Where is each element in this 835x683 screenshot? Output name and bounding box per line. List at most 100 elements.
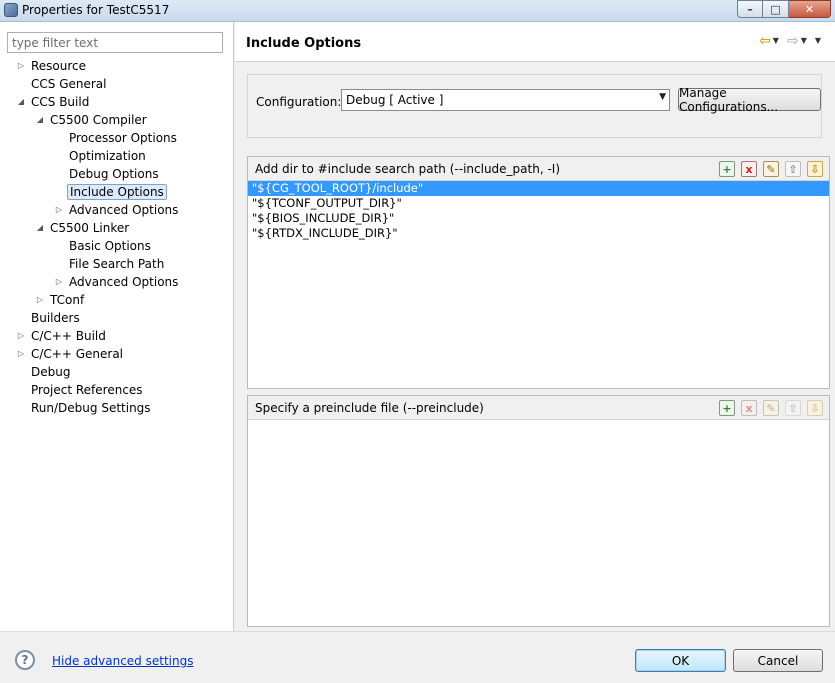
content-pane: Include Options ⇦ ▼ ⇨ ▼ ▼ Configuration:… <box>235 22 835 631</box>
tree-item[interactable]: ◢ CCS Build <box>0 93 234 111</box>
include-path-list[interactable]: "${CG_TOOL_ROOT}/include" "${TCONF_OUTPUT… <box>248 181 829 241</box>
tree-item-label: C/C++ Build <box>31 329 106 343</box>
navigation-pane: ▷ Resource CCS General ◢ CCS Build ◢ C5500 Com… <box>0 22 234 631</box>
tree-item[interactable]: Optimization <box>0 147 234 165</box>
tree-item-label: Optimization <box>69 149 146 163</box>
configuration-select[interactable]: Debug [ Active ] ▼ <box>341 89 670 111</box>
tree-item[interactable]: File Search Path <box>0 255 234 273</box>
tree-item[interactable]: ▷ C/C++ General <box>0 345 234 363</box>
tree-item[interactable]: ▷ Advanced Options <box>0 201 234 219</box>
dialog-footer: ? Hide advanced settings OK Cancel <box>0 631 835 683</box>
collapsed-arrow-icon[interactable]: ▷ <box>16 345 26 363</box>
tree-item-label: Basic Options <box>69 239 151 253</box>
window-title: Properties for TestC5517 <box>22 3 170 17</box>
history-navigation: ⇦ ▼ ⇨ ▼ ▼ <box>759 34 827 48</box>
list-item[interactable]: "${BIOS_INCLUDE_DIR}" <box>248 211 829 226</box>
preinclude-toolbar: + x ✎ ⇧ ⇩ <box>719 400 823 416</box>
collapsed-arrow-icon[interactable]: ▷ <box>54 201 64 219</box>
window-title-bar: Properties for TestC5517 – □ ✕ <box>0 0 835 22</box>
property-tree: ▷ Resource CCS General ◢ CCS Build ◢ C5500 Com… <box>0 57 234 417</box>
tree-item[interactable]: Builders <box>0 309 234 327</box>
tree-item[interactable]: ◢ C5500 Linker <box>0 219 234 237</box>
tree-item-label: Builders <box>31 311 80 325</box>
include-path-panel: Add dir to #include search path (--inclu… <box>247 156 830 389</box>
delete-icon: x <box>741 400 757 416</box>
expanded-arrow-icon[interactable]: ◢ <box>16 93 26 111</box>
view-menu-icon[interactable]: ▼ <box>815 34 821 48</box>
include-path-header: Add dir to #include search path (--inclu… <box>248 157 829 181</box>
configuration-group: Configuration: Debug [ Active ] ▼ Manage… <box>247 74 822 138</box>
page-header: Include Options ⇦ ▼ ⇨ ▼ ▼ <box>235 22 835 62</box>
preinclude-title: Specify a preinclude file (--preinclude) <box>255 401 484 415</box>
list-item[interactable]: "${TCONF_OUTPUT_DIR}" <box>248 196 829 211</box>
include-path-title: Add dir to #include search path (--inclu… <box>255 162 561 176</box>
tree-item[interactable]: CCS General <box>0 75 234 93</box>
preinclude-header: Specify a preinclude file (--preinclude)… <box>248 396 829 420</box>
forward-arrow-icon[interactable]: ⇨ <box>787 34 799 48</box>
tree-item-label: Run/Debug Settings <box>31 401 151 415</box>
tree-item[interactable]: ▷ Advanced Options <box>0 273 234 291</box>
tree-item-label: C5500 Compiler <box>50 113 147 127</box>
tree-item[interactable]: ▷ C/C++ Build <box>0 327 234 345</box>
maximize-button[interactable]: □ <box>763 0 789 18</box>
collapsed-arrow-icon[interactable]: ▷ <box>54 273 64 291</box>
ok-button[interactable]: OK <box>635 649 726 672</box>
tree-item-label: Debug <box>31 365 71 379</box>
list-item[interactable]: "${CG_TOOL_ROOT}/include" <box>248 181 829 196</box>
move-down-icon: ⇩ <box>807 400 823 416</box>
move-up-icon[interactable]: ⇧ <box>785 161 801 177</box>
page-title: Include Options <box>246 36 362 51</box>
cancel-button[interactable]: Cancel <box>733 649 823 672</box>
edit-icon[interactable]: ✎ <box>763 161 779 177</box>
chevron-down-icon: ▼ <box>659 92 666 102</box>
forward-history-dropdown-icon[interactable]: ▼ <box>801 34 807 48</box>
expanded-arrow-icon[interactable]: ◢ <box>35 111 45 129</box>
tree-item[interactable]: ▷ Resource <box>0 57 234 75</box>
hide-advanced-settings-link[interactable]: Hide advanced settings <box>52 654 193 668</box>
tree-item-label: C/C++ General <box>31 347 124 361</box>
close-button[interactable]: ✕ <box>789 0 831 18</box>
manage-configurations-button[interactable]: Manage Configurations... <box>678 86 821 114</box>
tree-item-label: Debug Options <box>69 167 159 181</box>
collapsed-arrow-icon[interactable]: ▷ <box>16 57 26 75</box>
tree-item-label: CCS Build <box>31 95 90 109</box>
tree-item-label: Advanced Options <box>69 203 179 217</box>
tree-item-label: Resource <box>31 59 87 73</box>
tree-item-label: CCS General <box>31 77 107 91</box>
tree-item[interactable]: ▷ TConf <box>0 291 234 309</box>
tree-item[interactable]: Debug <box>0 363 234 381</box>
add-icon[interactable]: + <box>719 161 735 177</box>
preinclude-panel: Specify a preinclude file (--preinclude)… <box>247 395 830 627</box>
minimize-button[interactable]: – <box>737 0 763 18</box>
tree-item-label: TConf <box>50 293 85 307</box>
tree-item[interactable]: Project References <box>0 381 234 399</box>
expanded-arrow-icon[interactable]: ◢ <box>35 219 45 237</box>
tree-item[interactable]: ◢ C5500 Compiler <box>0 111 234 129</box>
tree-item-label: File Search Path <box>69 257 165 271</box>
move-down-icon[interactable]: ⇩ <box>807 161 823 177</box>
configuration-label: Configuration: <box>256 95 342 109</box>
collapsed-arrow-icon[interactable]: ▷ <box>16 327 26 345</box>
tree-item[interactable]: Processor Options <box>0 129 234 147</box>
tree-item-label: Project References <box>31 383 143 397</box>
delete-icon[interactable]: x <box>741 161 757 177</box>
back-arrow-icon[interactable]: ⇦ <box>759 34 771 48</box>
tree-item[interactable]: Debug Options <box>0 165 234 183</box>
collapsed-arrow-icon[interactable]: ▷ <box>35 291 45 309</box>
tree-item[interactable]: Run/Debug Settings <box>0 399 234 417</box>
tree-item-label: C5500 Linker <box>50 221 130 235</box>
tree-item[interactable]: Basic Options <box>0 237 234 255</box>
configuration-selected-value: Debug [ Active ] <box>346 93 444 107</box>
add-icon[interactable]: + <box>719 400 735 416</box>
tree-item-label: Processor Options <box>69 131 177 145</box>
tree-item[interactable]: Include Options <box>0 183 234 201</box>
back-history-dropdown-icon[interactable]: ▼ <box>773 34 779 48</box>
include-path-toolbar: + x ✎ ⇧ ⇩ <box>719 161 823 177</box>
window-controls: – □ ✕ <box>737 0 831 20</box>
tree-item-label: Advanced Options <box>69 275 179 289</box>
list-item[interactable]: "${RTDX_INCLUDE_DIR}" <box>248 226 829 241</box>
help-icon[interactable]: ? <box>15 650 35 670</box>
filter-input[interactable] <box>7 32 223 53</box>
tree-item-label: Include Options <box>67 184 167 200</box>
app-icon <box>4 3 18 17</box>
